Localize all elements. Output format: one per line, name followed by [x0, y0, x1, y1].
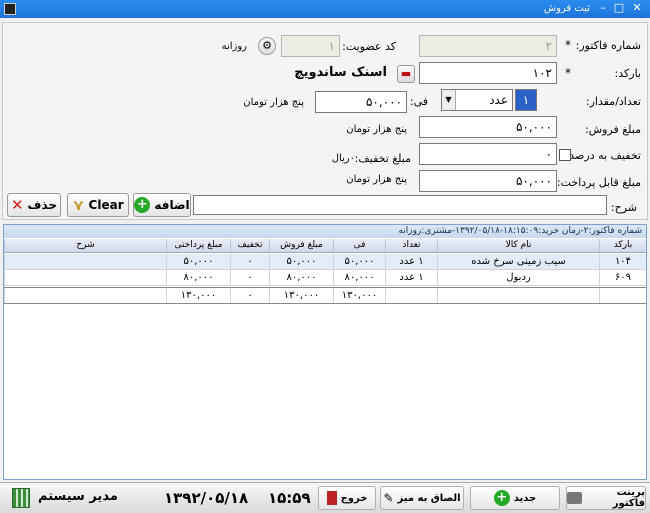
chevron-down-icon[interactable]: ▼ [442, 90, 456, 110]
description-label: شرح: [610, 201, 637, 214]
plus-icon: + [134, 197, 151, 213]
customer-type: روزانه [221, 41, 247, 52]
member-code-label: کد عضویت: [342, 40, 396, 53]
discount-amount-value: ۰ریال [331, 153, 355, 164]
payable-label: مبلغ قابل پرداخت: [556, 176, 641, 189]
print-invoice-button[interactable]: پرینت فاکتور [566, 486, 646, 510]
pencil-icon: ✎ [383, 491, 394, 505]
sale-amount-label: مبلغ فروش: [585, 123, 641, 136]
minimize-icon[interactable]: – [596, 2, 610, 16]
items-grid: شماره فاکتور:۲-زمان خرید:۱۸:۱۵:۰۹-۱۳۹۲/۰… [3, 224, 647, 480]
member-search-icon[interactable]: ⚙ [258, 37, 276, 55]
table-row[interactable]: ۱۰۴ سیب زمینی سرخ شده ۱ عدد ۵۰,۰۰۰ ۵۰,۰۰… [4, 254, 646, 270]
unit-value: عدد [489, 93, 508, 107]
barcode-input[interactable]: ۱۰۲ [419, 62, 557, 84]
invoice-no-label: شماره فاکتور: [575, 39, 641, 52]
form-panel: * شماره فاکتور: ۲ کد عضویت: ۱ ⚙ روزانه *… [2, 22, 648, 220]
totals-row: ۱۳۰,۰۰۰ ۱۳۰,۰۰۰ ۰ ۱۳۰,۰۰۰ [4, 287, 646, 304]
grid-header: بارکد نام کالا تعداد فی مبلغ فروش تخفیف … [4, 239, 646, 253]
col-name[interactable]: نام کالا [437, 239, 599, 252]
barcode-label: بارکد: [614, 67, 641, 80]
description-input[interactable] [193, 195, 607, 215]
invoice-no-field[interactable]: ۲ [419, 35, 557, 57]
exit-icon [326, 491, 337, 505]
sale-amount-field[interactable]: ۵۰,۰۰۰ [419, 116, 557, 138]
col-desc[interactable]: شرح [4, 239, 166, 252]
broom-icon: ⋎ [72, 196, 85, 214]
price-input[interactable]: ۵۰,۰۰۰ [315, 91, 407, 113]
delete-button[interactable]: ✕ حذف [7, 193, 61, 217]
app-icon [4, 3, 16, 15]
payable-field[interactable]: ۵۰,۰۰۰ [419, 170, 557, 192]
title-bar: ثبت فروش – □ ✕ [0, 0, 650, 18]
sale-amount-words: پنج هزار تومان [346, 124, 407, 135]
barcode-scanner-icon[interactable]: ▬ [397, 65, 415, 83]
payable-words: پنج هزار تومان [346, 174, 407, 185]
clock: ۱۵:۵۹ [268, 489, 311, 507]
unit-select[interactable]: ▼ عدد [441, 89, 513, 111]
table-row[interactable]: ۶۰۹ ردبول ۱ عدد ۸۰,۰۰۰ ۸۰,۰۰۰ ۰ ۸۰,۰۰۰ [4, 270, 646, 286]
current-user: مدیر سیستم [38, 489, 118, 504]
price-words: پنج هزار تومان [243, 97, 304, 108]
status-bar: پرینت فاکتور جدید + الصاق به میز ✎ خروج … [0, 482, 650, 513]
printer-icon [567, 492, 582, 504]
col-paid[interactable]: مبلغ پرداختی [166, 239, 230, 252]
discount-percent-label: تخفیف به درصد؟ [563, 149, 641, 162]
close-icon[interactable]: ✕ [630, 2, 644, 16]
sales-window: ثبت فروش – □ ✕ * شماره فاکتور: ۲ کد عضوی… [0, 0, 650, 513]
date: ۱۳۹۲/۰۵/۱۸ [164, 489, 249, 507]
attach-to-table-button[interactable]: الصاق به میز ✎ [380, 486, 464, 510]
member-code-field[interactable]: ۱ [281, 35, 340, 57]
discount-input[interactable]: ۰ [419, 143, 557, 165]
col-qty[interactable]: تعداد [385, 239, 437, 252]
required-icon: * [565, 66, 571, 80]
discount-amount-label: مبلغ تخفیف: [354, 152, 411, 165]
add-button[interactable]: + اضافه [133, 193, 191, 217]
plus-icon: + [493, 490, 510, 506]
new-button[interactable]: جدید + [470, 486, 560, 510]
price-label: فی: [409, 95, 428, 108]
col-barcode[interactable]: بارکد [599, 239, 646, 252]
required-icon: * [565, 38, 571, 52]
discount-percent-checkbox[interactable] [559, 149, 571, 161]
col-sale[interactable]: مبلغ فروش [269, 239, 333, 252]
calculator-icon[interactable] [12, 488, 30, 508]
col-price[interactable]: فی [333, 239, 385, 252]
clear-button[interactable]: ⋎ Clear [67, 193, 129, 217]
col-discount[interactable]: تخفیف [230, 239, 269, 252]
maximize-icon[interactable]: □ [612, 2, 626, 16]
grid-caption: شماره فاکتور:۲-زمان خرید:۱۸:۱۵:۰۹-۱۳۹۲/۰… [4, 225, 646, 238]
qty-input[interactable]: ۱ [515, 89, 537, 111]
delete-icon: ✕ [10, 196, 24, 214]
window-title: ثبت فروش [543, 3, 590, 14]
qty-label: تعداد/مقدار: [585, 95, 641, 108]
product-name: اسنک ساندویچ [294, 65, 387, 80]
exit-button[interactable]: خروج [318, 486, 376, 510]
